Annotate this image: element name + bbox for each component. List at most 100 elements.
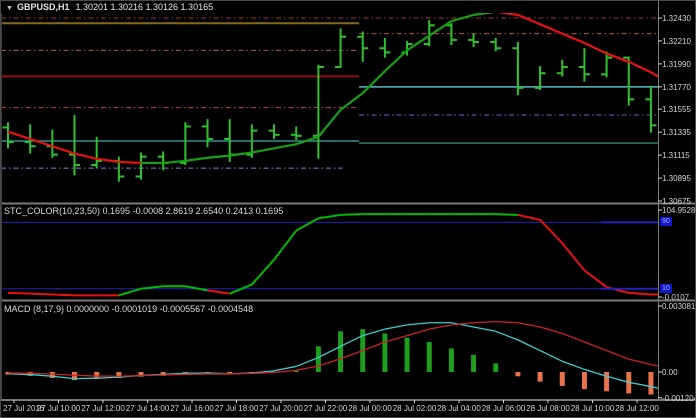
macd-histogram-bar: [538, 372, 543, 382]
indicator-line-segment: [518, 15, 540, 24]
indicator-line-segment: [651, 72, 658, 76]
indicator-line-segment: [318, 346, 340, 357]
indicator-line-segment: [318, 110, 340, 137]
indicator-line-segment: [407, 323, 429, 325]
indicator-line-segment: [629, 293, 651, 295]
ohlc-values: 1.30201 1.30216 1.30126 1.30165: [75, 2, 213, 12]
price-axis-label: 1.30675: [662, 197, 691, 206]
macd-axis-mid-label: 0.00: [662, 368, 678, 377]
indicator-line-segment: [208, 156, 230, 158]
indicator-line-segment: [584, 270, 606, 287]
indicator-line-segment: [540, 220, 562, 243]
time-axis-label[interactable]: 27 Jul 14:00: [126, 404, 170, 413]
indicator-line-segment: [385, 325, 407, 329]
stc-level-badge: 90: [660, 217, 672, 226]
indicator-line-segment: [518, 323, 540, 327]
indicator-line-segment: [30, 139, 52, 146]
indicator-line-segment: [629, 382, 651, 386]
indicator-line-segment: [584, 369, 606, 376]
indicator-line-segment: [30, 375, 52, 377]
stc-axis-min-label: -0.0107: [662, 293, 689, 302]
time-axis-label[interactable]: 28 Jul 02:00: [393, 404, 437, 413]
macd-histogram-bar: [227, 372, 232, 373]
indicator-line-segment: [363, 71, 385, 93]
indicator-line-segment: [363, 329, 385, 335]
time-axis-label[interactable]: 27 Jul 22:00: [304, 404, 348, 413]
stc-indicator-label: STC_COLOR(10,23,50) 0.1695 -0.0008 2.861…: [4, 206, 283, 216]
price-axis-label: 1.31335: [662, 128, 691, 137]
indicator-line-segment: [385, 336, 407, 342]
time-axis-label[interactable]: 28 Jul 10:00: [571, 404, 615, 413]
indicator-line-segment: [629, 62, 651, 72]
chart-window: ▼ GBPUSD,H1 1.30201 1.30216 1.30126 1.3016…: [0, 0, 696, 418]
indicator-line-segment: [318, 215, 340, 218]
macd-histogram-bar: [648, 372, 653, 394]
macd-axis-max-label: 0.003081: [662, 302, 695, 311]
macd-histogram-bar: [427, 342, 432, 372]
indicator-line-segment: [185, 158, 207, 161]
indicator-line-segment: [607, 376, 629, 382]
time-axis-label[interactable]: 27 Jul 18:00: [215, 404, 259, 413]
symbol-period-label: GBPUSD,H1: [17, 2, 70, 12]
macd-histogram-bar: [582, 372, 587, 389]
chevron-down-icon[interactable]: ▼: [6, 2, 13, 15]
indicator-line-segment: [8, 293, 30, 294]
indicator-line-segment: [651, 365, 658, 366]
macd-histogram-bar: [449, 348, 454, 372]
indicator-line-segment: [562, 243, 584, 270]
indicator-line-segment: [496, 322, 518, 323]
stc-level-badge: 10: [660, 284, 672, 293]
indicator-line-segment: [119, 289, 141, 296]
indicator-line-segment: [496, 214, 518, 215]
indicator-line-segment: [607, 351, 629, 360]
time-axis-label[interactable]: 28 Jul 04:00: [437, 404, 481, 413]
price-axis-label: 1.30895: [662, 174, 691, 183]
macd-histogram-bar: [515, 372, 520, 376]
indicator-line-segment: [474, 322, 496, 323]
time-axis-label[interactable]: 28 Jul 08:00: [526, 404, 570, 413]
macd-axis-min-label: -0.001204: [662, 394, 696, 403]
price-axis-label: 1.31115: [662, 151, 690, 160]
indicator-line-segment: [141, 375, 163, 376]
indicator-line-segment: [341, 351, 363, 359]
indicator-line-segment: [540, 24, 562, 33]
indicator-line-segment: [274, 231, 296, 260]
macd-histogram-bar: [338, 331, 343, 372]
stc-axis-max-label: 104.9528: [662, 206, 695, 215]
indicator-line-segment: [562, 333, 584, 342]
indicator-line-segment: [8, 132, 30, 139]
main-price-panel[interactable]: [1, 12, 658, 182]
indicator-line-segment: [52, 295, 74, 296]
indicator-line-segment: [119, 376, 141, 377]
price-axis-label: 1.31555: [662, 105, 691, 114]
indicator-line-segment: [562, 361, 584, 369]
indicator-line-segment: [52, 374, 74, 375]
indicator-line-segment: [52, 376, 74, 378]
time-axis-label[interactable]: 27 Jul 12:00: [81, 404, 125, 413]
indicator-line-segment: [429, 325, 451, 329]
indicator-line-segment: [119, 162, 141, 163]
macd-panel[interactable]: [6, 322, 659, 395]
indicator-line-segment: [341, 336, 363, 347]
time-axis-label[interactable]: 27 Jul 16:00: [170, 404, 214, 413]
indicator-line-segment: [540, 351, 562, 362]
time-axis-label[interactable]: 28 Jul 06:00: [482, 404, 526, 413]
time-axis-label[interactable]: 28 Jul 00:00: [348, 404, 392, 413]
time-axis-label[interactable]: 27 Jul 20:00: [259, 404, 303, 413]
indicator-line-segment: [584, 342, 606, 351]
macd-histogram-bar: [405, 338, 410, 372]
chart-header: ▼ GBPUSD,H1 1.30201 1.30216 1.30126 1.3016…: [1, 1, 695, 14]
macd-histogram-bar: [316, 346, 321, 372]
indicator-line-segment: [274, 144, 296, 148]
macd-indicator-label: MACD (8,17,9) 0.0000000 -0.0001019 -0.00…: [4, 304, 253, 314]
indicator-line-segment: [629, 359, 651, 364]
indicator-line-segment: [562, 34, 584, 43]
time-axis-label[interactable]: 27 Jul 10:00: [37, 404, 81, 413]
price-axis-label: 1.31770: [662, 83, 691, 92]
time-axis-label[interactable]: 28 Jul 12:00: [615, 404, 659, 413]
indicator-line-segment: [296, 218, 318, 230]
stc-panel[interactable]: [1, 214, 658, 295]
indicator-line-segment: [407, 329, 429, 335]
indicator-line-segment: [252, 260, 274, 285]
indicator-line-segment: [318, 359, 340, 366]
